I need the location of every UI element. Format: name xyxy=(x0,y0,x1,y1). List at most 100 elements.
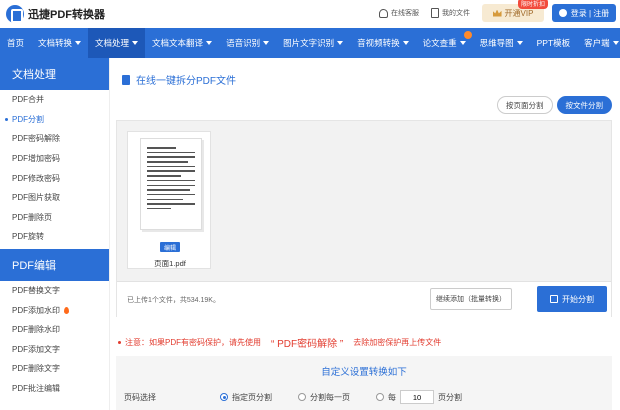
caret-down-icon xyxy=(263,41,270,45)
nav-item-mindmap[interactable]: 思维导图 xyxy=(473,28,530,58)
nav-label: 语音识别 xyxy=(226,38,261,48)
sidebar-item-pdf-unlock[interactable]: PDF密码解除 xyxy=(0,129,109,149)
nav-item-doc-process[interactable]: 文档处理 xyxy=(88,28,146,58)
text-line xyxy=(147,161,188,163)
nav-label: 图片文字识别 xyxy=(283,38,335,48)
nav-item-speech[interactable]: 语音识别 xyxy=(219,28,276,58)
nav-item-av-convert[interactable]: 音视频转换 xyxy=(350,28,416,58)
sidebar-item-pdf-add-password[interactable]: PDF增加密码 xyxy=(0,149,109,169)
customer-service-label: 在线客服 xyxy=(391,10,419,17)
split-by-page-button[interactable]: 按页面分割 xyxy=(497,96,553,114)
headset-icon xyxy=(379,8,388,18)
split-icon xyxy=(550,295,558,303)
sidebar-item-pdf-replace-text[interactable]: PDF替换文字 xyxy=(0,281,109,301)
text-line xyxy=(147,170,195,172)
edit-button[interactable]: 编辑 xyxy=(160,242,180,252)
top-header: 迅捷PDF转换器 在线客服 我的文件 开通VIP 限时折扣 登录 | 注册 xyxy=(0,0,620,28)
nav-item-client[interactable]: 客户端 xyxy=(577,28,620,58)
page-selection-label: 页码选择 xyxy=(124,392,156,402)
nav-label: 文档处理 xyxy=(95,38,130,48)
nav-item-home[interactable]: 首页 xyxy=(0,28,31,58)
nav-label: 文档转换 xyxy=(38,38,73,48)
nav-label: PPT模板 xyxy=(536,38,571,48)
customer-service-link[interactable]: 在线客服 xyxy=(379,8,419,18)
header-actions: 在线客服 我的文件 开通VIP 限时折扣 登录 | 注册 xyxy=(379,0,616,22)
sidebar-item-pdf-annotate[interactable]: PDF批注编辑 xyxy=(0,379,109,399)
page-title: 在线一键拆分PDF文件 xyxy=(122,72,236,87)
nav-label: 客户端 xyxy=(584,38,610,48)
nav-item-plagiarism[interactable]: 论文查重 xyxy=(416,28,473,58)
pdf-unlock-link[interactable]: “ PDF密码解除 ” xyxy=(271,335,343,350)
logo[interactable]: 迅捷PDF转换器 xyxy=(6,5,105,23)
password-notice: 注意：如果PDF有密码保护，请先使用 “ PDF密码解除 ” 去除加密保护再上传… xyxy=(118,335,441,350)
vip-discount-badge: 限时折扣 xyxy=(517,0,548,9)
continue-add-button[interactable]: 继续添加（批量转换） xyxy=(430,288,512,310)
my-files-label: 我的文件 xyxy=(442,10,470,17)
my-files-link[interactable]: 我的文件 xyxy=(431,8,470,18)
bullet-icon xyxy=(118,341,121,344)
start-split-button[interactable]: 开始分割 xyxy=(537,286,607,312)
fire-icon xyxy=(64,306,69,314)
login-register-button[interactable]: 登录 | 注册 xyxy=(552,4,616,22)
nav-label: 音视频转换 xyxy=(357,38,400,48)
caret-down-icon xyxy=(132,41,139,45)
radio-label-suffix: 页分割 xyxy=(438,392,462,402)
file-card[interactable]: 编辑 页面1.pdf xyxy=(127,131,211,269)
radio-specified-pages[interactable]: 指定页分割 xyxy=(220,392,272,403)
radio-every-n-pages[interactable]: 每 页分割 xyxy=(376,390,462,404)
sidebar-item-pdf-merge[interactable]: PDF合并 xyxy=(0,90,109,110)
sidebar-section-pdf-edit: PDF编辑 xyxy=(0,248,109,281)
nav-item-ppt[interactable]: PPT模板 xyxy=(530,28,578,58)
document-icon xyxy=(122,74,130,85)
text-line xyxy=(147,193,195,196)
upload-area: 编辑 页面1.pdf 已上传1个文件，共534.19K。 继续添加（批量转换） … xyxy=(116,120,612,317)
radio-label: 指定页分割 xyxy=(232,392,272,402)
sidebar-item-pdf-add-watermark[interactable]: PDF添加水印 xyxy=(0,300,109,320)
sidebar-item-pdf-extract-images[interactable]: PDF图片获取 xyxy=(0,188,109,208)
main-nav: 首页 文档转换 文档处理 文档文本翻译 语音识别 图片文字识别 音视频转换 论文… xyxy=(0,28,620,58)
notice-suffix: 去除加密保护再上传文件 xyxy=(353,338,442,347)
text-line xyxy=(147,165,195,168)
page-selection-row: 页码选择 指定页分割 分割每一页 每 页分割 xyxy=(124,389,604,405)
page-title-text: 在线一键拆分PDF文件 xyxy=(136,76,236,87)
logo-icon xyxy=(6,5,24,23)
main-content: 在线一键拆分PDF文件 按页面分割 按文件分割 编辑 页面1.pdf 已上传1个… xyxy=(110,58,620,410)
text-line xyxy=(147,147,176,149)
sidebar-section-doc-process: 文档处理 xyxy=(0,58,109,90)
nav-item-ocr[interactable]: 图片文字识别 xyxy=(276,28,350,58)
sidebar-item-pdf-delete-text[interactable]: PDF删除文字 xyxy=(0,359,109,379)
upload-footer: 已上传1个文件，共534.19K。 继续添加（批量转换） 开始分割 xyxy=(117,281,611,317)
radio-each-page[interactable]: 分割每一页 xyxy=(298,392,350,403)
text-line xyxy=(147,207,171,210)
vip-button[interactable]: 开通VIP 限时折扣 xyxy=(482,0,548,22)
caret-down-icon xyxy=(402,41,409,45)
logo-text: 迅捷PDF转换器 xyxy=(28,9,105,21)
text-line xyxy=(147,189,191,191)
text-line xyxy=(147,179,195,182)
nav-item-translate[interactable]: 文档文本翻译 xyxy=(145,28,219,58)
file-icon xyxy=(431,8,439,18)
pages-per-split-input[interactable] xyxy=(400,390,434,404)
sidebar-item-pdf-add-text[interactable]: PDF添加文字 xyxy=(0,340,109,360)
crown-icon xyxy=(492,9,502,17)
split-by-file-button[interactable]: 按文件分割 xyxy=(556,96,612,114)
sidebar-item-pdf-rotate[interactable]: PDF旋转 xyxy=(0,227,109,247)
sidebar-item-pdf-change-password[interactable]: PDF修改密码 xyxy=(0,168,109,188)
caret-down-icon xyxy=(337,41,344,45)
conversion-settings: 自定义设置转换如下 页码选择 指定页分割 分割每一页 每 页分割 xyxy=(116,356,612,410)
radio-unchecked-icon xyxy=(298,393,306,401)
caret-down-icon xyxy=(516,41,523,45)
user-icon xyxy=(558,9,567,17)
start-split-label: 开始分割 xyxy=(562,294,594,304)
nav-item-doc-convert[interactable]: 文档转换 xyxy=(31,28,88,58)
file-name: 页面1.pdf xyxy=(154,259,186,268)
nav-label: 文档文本翻译 xyxy=(152,38,204,48)
caret-down-icon xyxy=(612,41,619,45)
sidebar-item-pdf-split[interactable]: PDF分割 xyxy=(0,110,109,130)
sidebar-item-pdf-remove-watermark[interactable]: PDF删除水印 xyxy=(0,320,109,340)
text-line xyxy=(147,175,181,177)
radio-label: 每 xyxy=(388,392,396,402)
sidebar-item-pdf-delete-page[interactable]: PDF删除页 xyxy=(0,208,109,228)
text-line xyxy=(147,184,195,186)
caret-down-icon xyxy=(206,41,213,45)
